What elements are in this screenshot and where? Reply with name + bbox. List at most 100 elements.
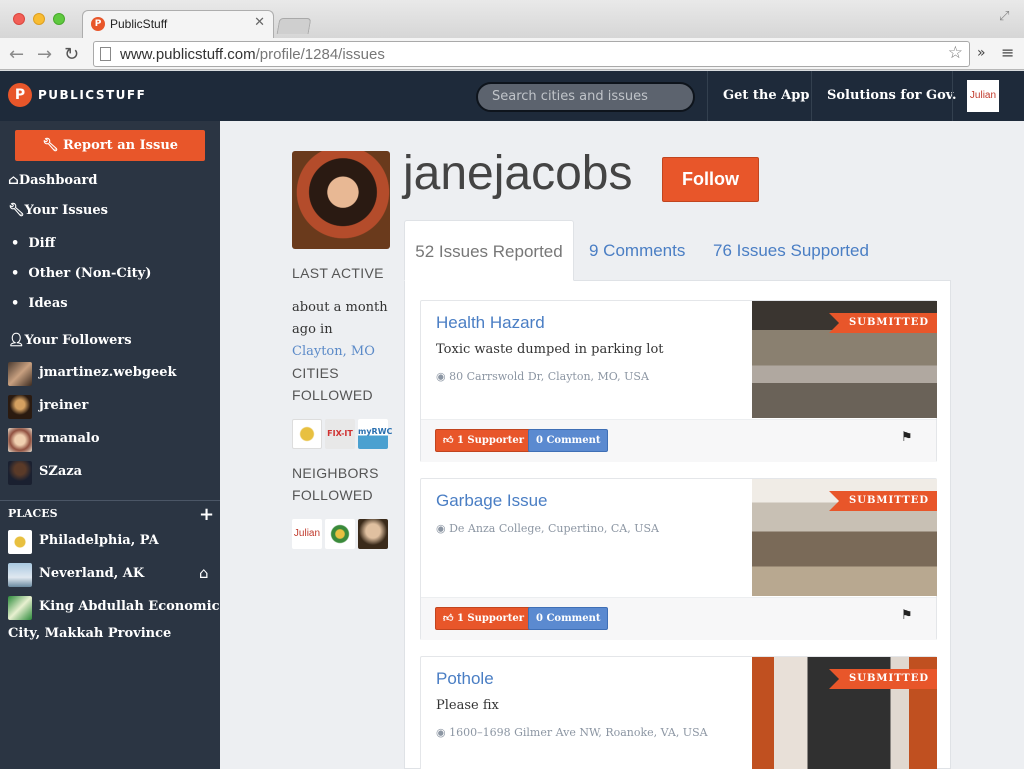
bookmark-star-icon[interactable]: ☆ xyxy=(948,43,963,63)
myrwc-city-badge[interactable]: myRWC xyxy=(358,419,392,449)
publicstuff-favicon-icon: P xyxy=(91,17,105,31)
issue-title[interactable]: Garbage Issue xyxy=(436,491,548,511)
browser-toolbar: ← → ↻ www.publicstuff.com/profile/1284/i… xyxy=(0,38,1024,70)
sidebar-item-dashboard[interactable]: ⌂Dashboard xyxy=(8,173,97,188)
browser-tab[interactable]: P PublicStuff ✕ xyxy=(82,10,274,38)
avatar xyxy=(8,461,32,485)
issue-card-footer: 👍︎ 1 Supporter 0 Comment ⚑ xyxy=(421,419,936,462)
address-bar[interactable]: www.publicstuff.com/profile/1284/issues … xyxy=(93,41,970,67)
follower-name: SZaza xyxy=(39,464,83,479)
issue-title[interactable]: Pothole xyxy=(436,669,494,689)
issue-address: ◉︎ 80 Carrswold Dr, Clayton, MO, USA xyxy=(436,370,649,383)
reload-icon[interactable]: ↻ xyxy=(64,44,79,65)
fixit-city-badge[interactable]: FIX-IT xyxy=(325,419,355,449)
home-place-icon[interactable]: ⌂ xyxy=(199,564,209,582)
thumbs-up-icon: 👍︎ xyxy=(443,613,454,624)
url-text: www.publicstuff.com/profile/1284/issues xyxy=(120,46,385,63)
tab-issues-reported[interactable]: 52 Issues Reported xyxy=(404,220,574,281)
city-seal-icon xyxy=(8,530,32,554)
support-button[interactable]: 👍︎ 1 Supporter xyxy=(435,429,533,452)
person-icon: 👤︎ xyxy=(8,333,25,348)
sidebar-item-label: Diff xyxy=(28,236,56,251)
tab-issues-supported[interactable]: 76 Issues Supported xyxy=(713,220,869,281)
issue-photo[interactable]: SUBMITTED xyxy=(752,301,937,418)
new-tab-button[interactable] xyxy=(276,18,312,34)
brand-name[interactable]: PUBLICSTUFF xyxy=(38,88,146,102)
close-tab-icon[interactable]: ✕ xyxy=(254,15,265,30)
issue-card-footer: 👍︎ 1 Supporter 0 Comment ⚑ xyxy=(421,597,936,640)
sidebar-item-diff[interactable]: • Diff xyxy=(11,236,55,251)
issue-address: ◉︎ De Anza College, Cupertino, CA, USA xyxy=(436,522,659,535)
avatar xyxy=(8,428,32,452)
neighbor-avatar[interactable] xyxy=(325,519,355,549)
flag-icon[interactable]: ⚑ xyxy=(901,608,913,623)
neighbor-avatar[interactable]: Julian xyxy=(292,519,322,549)
location-pin-icon: ◉︎ xyxy=(436,726,446,739)
place-name: Philadelphia, PA xyxy=(39,533,159,548)
issue-photo[interactable]: SUBMITTED xyxy=(752,657,937,769)
profile-username: janejacobs xyxy=(403,147,633,200)
sidebar-item-your-issues[interactable]: 🔧︎Your Issues xyxy=(8,203,108,218)
sidebar-divider xyxy=(0,500,220,501)
flag-icon[interactable]: ⚑ xyxy=(901,430,913,445)
sidebar-item-other[interactable]: • Other (Non-City) xyxy=(11,266,151,281)
place-thumbnail xyxy=(8,596,32,620)
place-name-continued[interactable]: City, Makkah Province xyxy=(8,626,171,641)
issue-card[interactable]: Health Hazard Toxic waste dumped in park… xyxy=(420,300,937,462)
support-count: 1 Supporter xyxy=(456,435,525,446)
issue-description: Toxic waste dumped in parking lot xyxy=(436,342,664,357)
search-input[interactable]: Search cities and issues xyxy=(476,82,695,112)
issue-card[interactable]: Pothole Please fix ◉︎ 1600–1698 Gilmer A… xyxy=(420,656,937,769)
last-active-text: ago in xyxy=(292,322,333,337)
user-avatar[interactable]: Julian xyxy=(967,80,999,112)
comment-button[interactable]: 0 Comment xyxy=(528,429,609,452)
add-place-icon[interactable]: + xyxy=(199,504,214,525)
solutions-link[interactable]: Solutions for Gov. xyxy=(827,88,957,103)
place-name: Neverland, AK xyxy=(39,566,145,581)
report-issue-button[interactable]: 🔧︎ Report an Issue xyxy=(15,130,205,161)
city-seal-icon[interactable] xyxy=(292,419,322,449)
tab-comments[interactable]: 9 Comments xyxy=(589,220,685,281)
sidebar-item-your-followers[interactable]: 👤︎Your Followers xyxy=(8,333,132,348)
sidebar-item-label: Dashboard xyxy=(18,173,98,188)
fullscreen-icon[interactable]: ⤢ xyxy=(999,9,1009,24)
report-issue-label: Report an Issue xyxy=(62,138,179,153)
sidebar-item-ideas[interactable]: • Ideas xyxy=(11,296,68,311)
issue-description: Please fix xyxy=(436,698,499,713)
extensions-chevron-icon[interactable]: » xyxy=(977,45,986,61)
menu-icon[interactable]: ≡ xyxy=(1001,43,1014,62)
sidebar-item-label: Other (Non-City) xyxy=(28,266,152,281)
last-active-heading: LAST ACTIVE xyxy=(292,265,384,281)
last-active-city-link[interactable]: Clayton, MO xyxy=(292,344,375,359)
issue-title[interactable]: Health Hazard xyxy=(436,313,545,333)
location-pin-icon: ◉︎ xyxy=(436,522,446,535)
issue-photo[interactable]: SUBMITTED xyxy=(752,479,937,596)
neighbor-avatar[interactable] xyxy=(358,519,388,549)
issue-address-text: 1600–1698 Gilmer Ave NW, Roanoke, VA, US… xyxy=(449,726,708,739)
close-window-button[interactable] xyxy=(13,13,25,25)
minimize-window-button[interactable] xyxy=(33,13,45,25)
forward-icon[interactable]: → xyxy=(37,44,52,65)
last-active-text: about a month xyxy=(292,300,388,315)
support-button[interactable]: 👍︎ 1 Supporter xyxy=(435,607,533,630)
back-icon[interactable]: ← xyxy=(9,44,24,65)
profile-avatar xyxy=(292,151,390,249)
get-app-link[interactable]: Get the App xyxy=(723,88,809,103)
avatar xyxy=(8,362,32,386)
wrench-icon: 🔧︎ xyxy=(41,138,59,153)
follower-name: jreiner xyxy=(39,398,89,413)
sidebar-item-label: Your Issues xyxy=(24,203,108,218)
comment-button[interactable]: 0 Comment xyxy=(528,607,609,630)
home-icon: ⌂ xyxy=(8,173,19,188)
cities-followed-heading: FOLLOWED xyxy=(292,387,373,403)
issue-card[interactable]: Garbage Issue ◉︎ De Anza College, Cupert… xyxy=(420,478,937,640)
publicstuff-logo-icon[interactable]: P xyxy=(8,83,32,107)
avatar xyxy=(8,395,32,419)
support-count: 1 Supporter xyxy=(456,613,525,624)
zoom-window-button[interactable] xyxy=(53,13,65,25)
page-icon xyxy=(100,47,111,61)
cities-followed-heading: CITIES xyxy=(292,365,339,381)
place-name: King Abdullah Economic xyxy=(39,599,220,614)
follow-button[interactable]: Follow xyxy=(662,157,759,202)
follower-name: rmanalo xyxy=(39,431,100,446)
